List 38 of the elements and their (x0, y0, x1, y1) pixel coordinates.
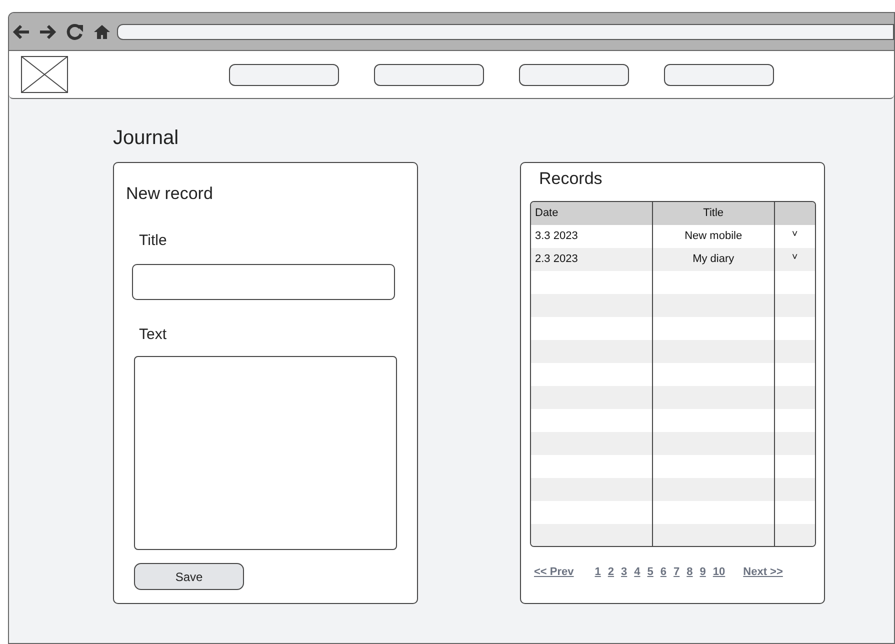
pagination-link[interactable]: 8 (686, 564, 693, 580)
nav-button[interactable] (664, 64, 774, 86)
card-heading: Records (539, 169, 602, 189)
pagination-link[interactable]: 3 (621, 564, 628, 580)
address-bar[interactable] (117, 24, 894, 40)
back-icon[interactable] (12, 24, 30, 40)
pagination-link[interactable]: 5 (647, 564, 654, 580)
nav-button[interactable] (374, 64, 484, 86)
pagination-link[interactable]: 2 (608, 564, 614, 580)
reload-icon[interactable] (66, 22, 84, 40)
text-area-field[interactable] (134, 356, 397, 550)
image-placeholder-icon (21, 56, 68, 93)
expand-toggle[interactable]: ˅ (792, 252, 798, 263)
table-cell: 2.3 2023 (535, 253, 578, 266)
nav-button[interactable] (519, 64, 629, 86)
column-header: Title (703, 207, 724, 220)
pagination-link[interactable]: 4 (634, 564, 640, 580)
forward-icon[interactable] (39, 24, 57, 40)
title-input-field[interactable] (132, 264, 395, 300)
column-header: Date (535, 207, 558, 220)
expand-toggle[interactable]: ˅ (792, 229, 798, 240)
table-cell: New mobile (684, 230, 742, 242)
pagination-link[interactable]: 9 (700, 564, 706, 580)
table-cell: My diary (692, 253, 734, 266)
table-cell: 3.3 2023 (535, 230, 578, 242)
pagination-link[interactable]: 7 (674, 564, 680, 580)
home-icon[interactable] (93, 24, 111, 40)
pagination-link[interactable]: 6 (660, 564, 667, 580)
field-label: Title (139, 232, 167, 250)
field-label: Text (139, 326, 167, 344)
save-button[interactable]: Save (134, 563, 244, 590)
card-heading: New record (126, 184, 213, 204)
pagination-link[interactable]: Next >> (743, 564, 783, 580)
pagination-link[interactable]: 1 (594, 564, 601, 580)
page-title: Journal (113, 126, 180, 150)
nav-button[interactable] (229, 64, 339, 86)
pagination-link[interactable]: 10 (712, 564, 726, 580)
pagination-link[interactable]: << Prev (534, 564, 574, 580)
